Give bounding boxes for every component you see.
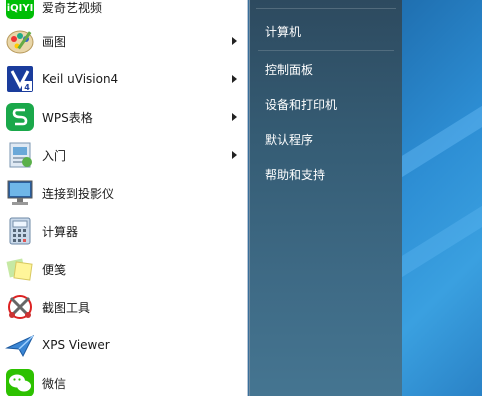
xps-viewer-icon: [4, 329, 36, 361]
program-label: XPS Viewer: [42, 338, 110, 352]
submenu-arrow-icon[interactable]: [232, 37, 237, 45]
program-item-sticky-notes[interactable]: 便笺: [0, 250, 247, 288]
program-list: iQIYI 爱奇艺视频 画图 4 Keil uVision4 WPS表格 入门 …: [0, 0, 247, 396]
divider: [256, 8, 396, 9]
program-label: 计算器: [42, 224, 79, 239]
submenu-arrow-icon[interactable]: [232, 113, 237, 121]
getting-started-icon: [4, 139, 36, 171]
program-label: 入门: [42, 148, 67, 163]
program-item-calculator[interactable]: 计算器: [0, 212, 247, 250]
place-item-devices-and-printers[interactable]: 设备和打印机: [250, 87, 402, 122]
paint-icon: [4, 25, 36, 57]
projector-icon: [4, 177, 36, 209]
start-menu-programs-pane: iQIYI 爱奇艺视频 画图 4 Keil uVision4 WPS表格 入门 …: [0, 0, 248, 396]
wallpaper-light-beam: [402, 178, 482, 280]
submenu-arrow-icon[interactable]: [232, 75, 237, 83]
program-item-getting-started[interactable]: 入门: [0, 136, 247, 174]
program-item-snipping-tool[interactable]: 截图工具: [0, 288, 247, 326]
place-item-default-programs[interactable]: 默认程序: [250, 122, 402, 157]
program-label: WPS表格: [42, 110, 93, 125]
start-menu-places-pane: 计算机 控制面板 设备和打印机 默认程序 帮助和支持: [249, 0, 402, 396]
calculator-icon: [4, 215, 36, 247]
program-label: 截图工具: [42, 300, 91, 315]
desktop-background[interactable]: [402, 0, 482, 396]
keil-icon: 4: [4, 63, 36, 95]
program-label: 便笺: [42, 262, 67, 277]
wechat-icon: [4, 367, 36, 396]
program-item-paint[interactable]: 画图: [0, 22, 247, 60]
place-item-computer[interactable]: 计算机: [250, 14, 402, 49]
divider: [258, 50, 394, 51]
svg-text:iQIYI: iQIYI: [7, 3, 34, 14]
program-label: 连接到投影仪: [42, 186, 115, 201]
wallpaper-light-beam: [402, 78, 482, 180]
sticky-notes-icon: [4, 253, 36, 285]
places-list: 计算机 控制面板 设备和打印机 默认程序 帮助和支持: [250, 0, 402, 192]
program-item-wechat[interactable]: 微信: [0, 364, 247, 396]
program-label: 爱奇艺视频: [42, 0, 103, 15]
snipping-tool-icon: [4, 291, 36, 323]
program-item-iqiyi[interactable]: iQIYI 爱奇艺视频: [0, 0, 247, 22]
program-label: Keil uVision4: [42, 72, 119, 86]
program-label: 微信: [42, 376, 67, 391]
program-item-xps-viewer[interactable]: XPS Viewer: [0, 326, 247, 364]
program-item-wps-spreadsheet[interactable]: WPS表格: [0, 98, 247, 136]
wps-spreadsheet-icon: [4, 101, 36, 133]
iqiyi-icon: iQIYI: [4, 0, 36, 23]
submenu-arrow-icon[interactable]: [232, 151, 237, 159]
program-item-keil[interactable]: 4 Keil uVision4: [0, 60, 247, 98]
svg-text:4: 4: [24, 83, 30, 92]
place-item-control-panel[interactable]: 控制面板: [250, 52, 402, 87]
program-label: 画图: [42, 34, 67, 49]
program-item-projector[interactable]: 连接到投影仪: [0, 174, 247, 212]
place-item-help-and-support[interactable]: 帮助和支持: [250, 157, 402, 192]
